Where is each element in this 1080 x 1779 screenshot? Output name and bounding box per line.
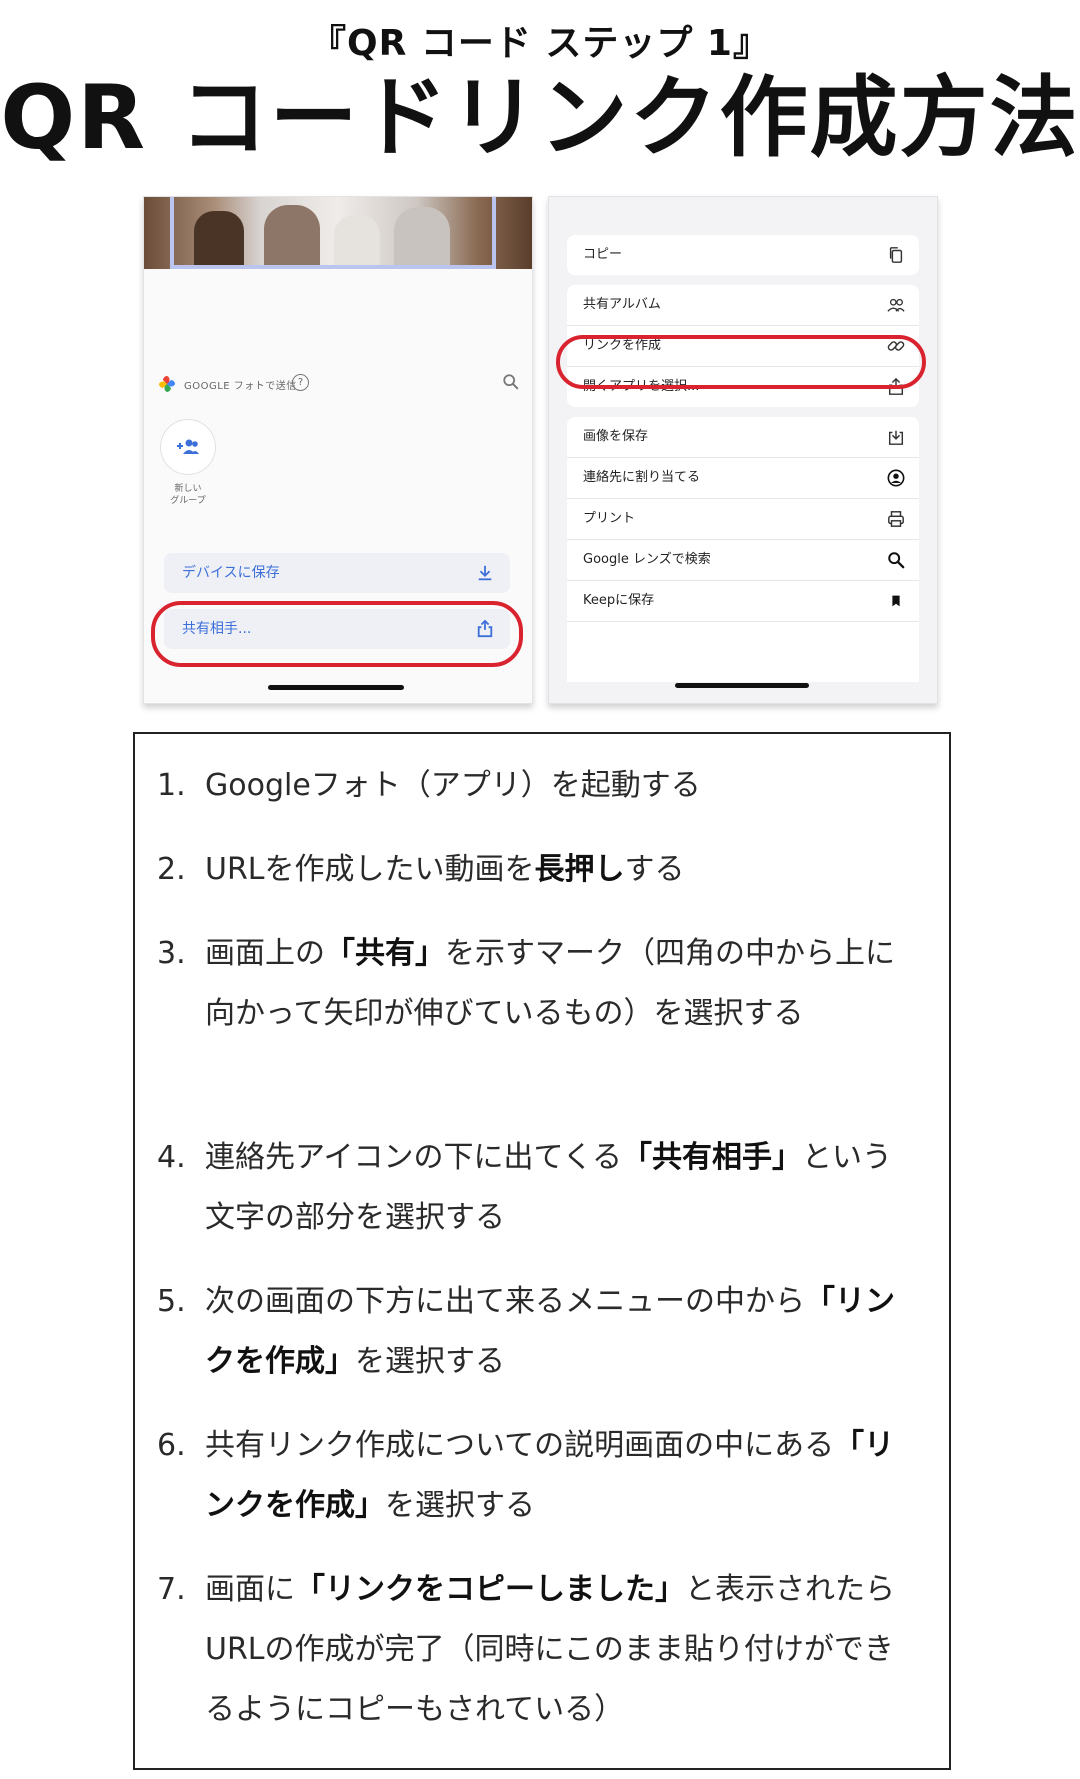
menu-item-google-lens[interactable]: Google レンズで検索 [567, 540, 919, 580]
copy-icon [889, 247, 903, 263]
bookmark-icon [892, 595, 900, 607]
page-title: QR コードリンク作成方法 [0, 66, 1080, 169]
share-menu-screenshot: コピー 共有アルバム リンクを作成 開くアプリを選択... 画像を保存 連絡先に… [548, 196, 938, 704]
contact-icon [887, 469, 905, 487]
home-indicator [675, 683, 809, 688]
highlight-create-link [556, 335, 926, 389]
menu-item-save-image[interactable]: 画像を保存 [567, 417, 919, 457]
search-icon[interactable] [502, 373, 520, 391]
new-group-label: 新しい グループ [170, 484, 206, 506]
download-icon [888, 430, 904, 445]
new-group-button[interactable] [160, 419, 216, 475]
download-icon [478, 565, 492, 581]
home-indicator [268, 685, 404, 690]
step-6: 6. 共有リンク作成についての説明画面の中にある「リンクを作成」を選択する [157, 1428, 895, 1523]
step-1: 1. Googleフォト（アプリ）を起動する [157, 768, 701, 803]
step-2: 2. URLを作成したい動画を長押しする [157, 852, 685, 887]
page-subtitle: 『QR コード ステップ 1』 [310, 23, 770, 64]
menu-item-partial [567, 622, 919, 682]
save-to-device-button[interactable]: デバイスに保存 [164, 553, 510, 593]
step-5: 5. 次の画面の下方に出て来るメニューの中から「リンクを作成」を選択する [157, 1284, 895, 1379]
help-icon[interactable]: ? [292, 374, 309, 391]
google-photos-label: GOOGLE フォトで送信 [184, 381, 297, 392]
google-photos-icon [158, 375, 176, 393]
print-icon [888, 511, 904, 527]
menu-item-print[interactable]: プリント [567, 499, 919, 539]
step-4: 4. 連絡先アイコンの下に出てくる「共有相手」という文字の部分を選択する [157, 1140, 892, 1235]
add-group-icon [177, 439, 199, 454]
menu-item-assign-contact[interactable]: 連絡先に割り当てる [567, 458, 919, 498]
menu-item-save-to-keep[interactable]: Keepに保存 [567, 581, 919, 621]
instructions-box: 1. Googleフォト（アプリ）を起動する 2. URLを作成したい動画を長押… [133, 732, 951, 1770]
search-icon [888, 552, 905, 569]
save-to-device-label: デバイスに保存 [182, 565, 280, 581]
step-3: 3. 画面上の「共有」を示すマーク（四角の中から上に向かって矢印が伸びているもの… [157, 936, 895, 1031]
step-7: 7. 画面に「リンクをコピーしました」と表示されたらURLの作成が完了（同時にこ… [157, 1572, 895, 1727]
menu-item-copy[interactable]: コピー [567, 235, 919, 275]
menu-item-shared-album[interactable]: 共有アルバム [567, 285, 919, 325]
family-photo [144, 197, 532, 269]
highlight-share-with [151, 601, 523, 667]
people-icon [887, 298, 905, 312]
google-photos-send-bar: GOOGLE フォトで送信 ? [158, 373, 520, 397]
